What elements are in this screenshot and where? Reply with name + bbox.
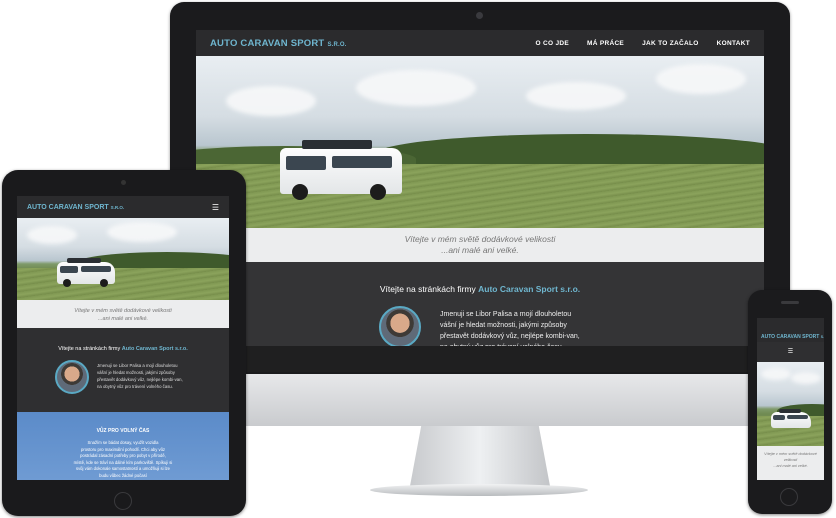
home-button-icon <box>780 488 798 506</box>
monitor-base <box>370 484 588 496</box>
hero-image <box>757 362 824 446</box>
site-logo[interactable]: AUTO CARAVAN SPORT S.R.O. <box>210 38 347 49</box>
intro-paragraph: Jmenuji se Libor Palisa a mojí dlouholet… <box>97 363 183 389</box>
section-paragraph: Snažím se bádat dosay, využít vozidla pr… <box>73 440 173 478</box>
next-section-strip <box>196 346 764 372</box>
company-link[interactable]: Auto Caravan Sport s.r.o. <box>122 346 188 352</box>
home-button-icon <box>114 492 132 510</box>
nav-item-kontakt[interactable]: KONTAKT <box>717 40 750 47</box>
profile-photo <box>379 306 421 348</box>
desktop-screen: AUTO CARAVAN SPORT S.R.O. O CO JDE MÁ PRÁ… <box>196 30 764 372</box>
tagline-line-1: Vítejte v mém světě dodávkové velikosti <box>404 234 556 244</box>
speaker-grille <box>781 301 799 304</box>
monitor-chin <box>170 374 790 426</box>
tagline-band: Vítejte v mém světě dodávkové velikosti … <box>757 446 824 480</box>
company-link[interactable]: Auto Caravan Sport s.r.o. <box>478 284 580 294</box>
monitor-stand <box>410 426 550 486</box>
phone-navbar: AUTO CARAVAN SPORT S.R.O. <box>757 318 824 342</box>
welcome-heading: Vítejte na stránkách firmy Auto Caravan … <box>58 346 188 352</box>
tagline-line-2: ...ani malé ani velké. <box>441 245 519 255</box>
phone-screen: AUTO CARAVAN SPORT S.R.O. ☰ Vítejte v mé… <box>757 318 824 480</box>
site-logo[interactable]: AUTO CARAVAN SPORT S.R.O. <box>761 334 824 340</box>
section-title: VŮZ PRO VOLNÝ ČAS <box>96 428 150 434</box>
nav-menu: O CO JDE MÁ PRÁCE JAK TO ZAČALO KONTAKT <box>536 40 750 47</box>
hamburger-icon[interactable]: ☰ <box>757 348 824 355</box>
camera-icon <box>121 180 126 185</box>
site-logo[interactable]: AUTO CARAVAN SPORT S.R.O. <box>27 204 124 211</box>
responsive-mockup: AUTO CARAVAN SPORT S.R.O. O CO JDE MÁ PRÁ… <box>0 0 836 518</box>
hero-image <box>17 218 229 300</box>
nav-item-ma-prace[interactable]: MÁ PRÁCE <box>587 40 624 47</box>
nav-item-jak-to-zacalo[interactable]: JAK TO ZAČALO <box>642 40 699 47</box>
hamburger-icon[interactable]: ☰ <box>212 203 219 212</box>
profile-photo <box>55 360 89 394</box>
nav-item-o-co-jde[interactable]: O CO JDE <box>536 40 569 47</box>
welcome-heading: Vítejte na stránkách firmy Auto Caravan … <box>379 284 581 294</box>
tagline-band: Vítejte v mém světě dodávkové velikosti … <box>196 228 764 262</box>
desktop-navbar: AUTO CARAVAN SPORT S.R.O. O CO JDE MÁ PRÁ… <box>196 30 764 56</box>
tablet-screen: AUTO CARAVAN SPORT S.R.O. ☰ Vítejte v mém… <box>17 196 229 480</box>
tablet-navbar: AUTO CARAVAN SPORT S.R.O. ☰ <box>17 196 229 218</box>
camera-icon <box>476 12 483 19</box>
hero-image <box>196 56 764 228</box>
tagline-band: Vítejte v mém světě dodávkové velikosti … <box>17 300 229 328</box>
